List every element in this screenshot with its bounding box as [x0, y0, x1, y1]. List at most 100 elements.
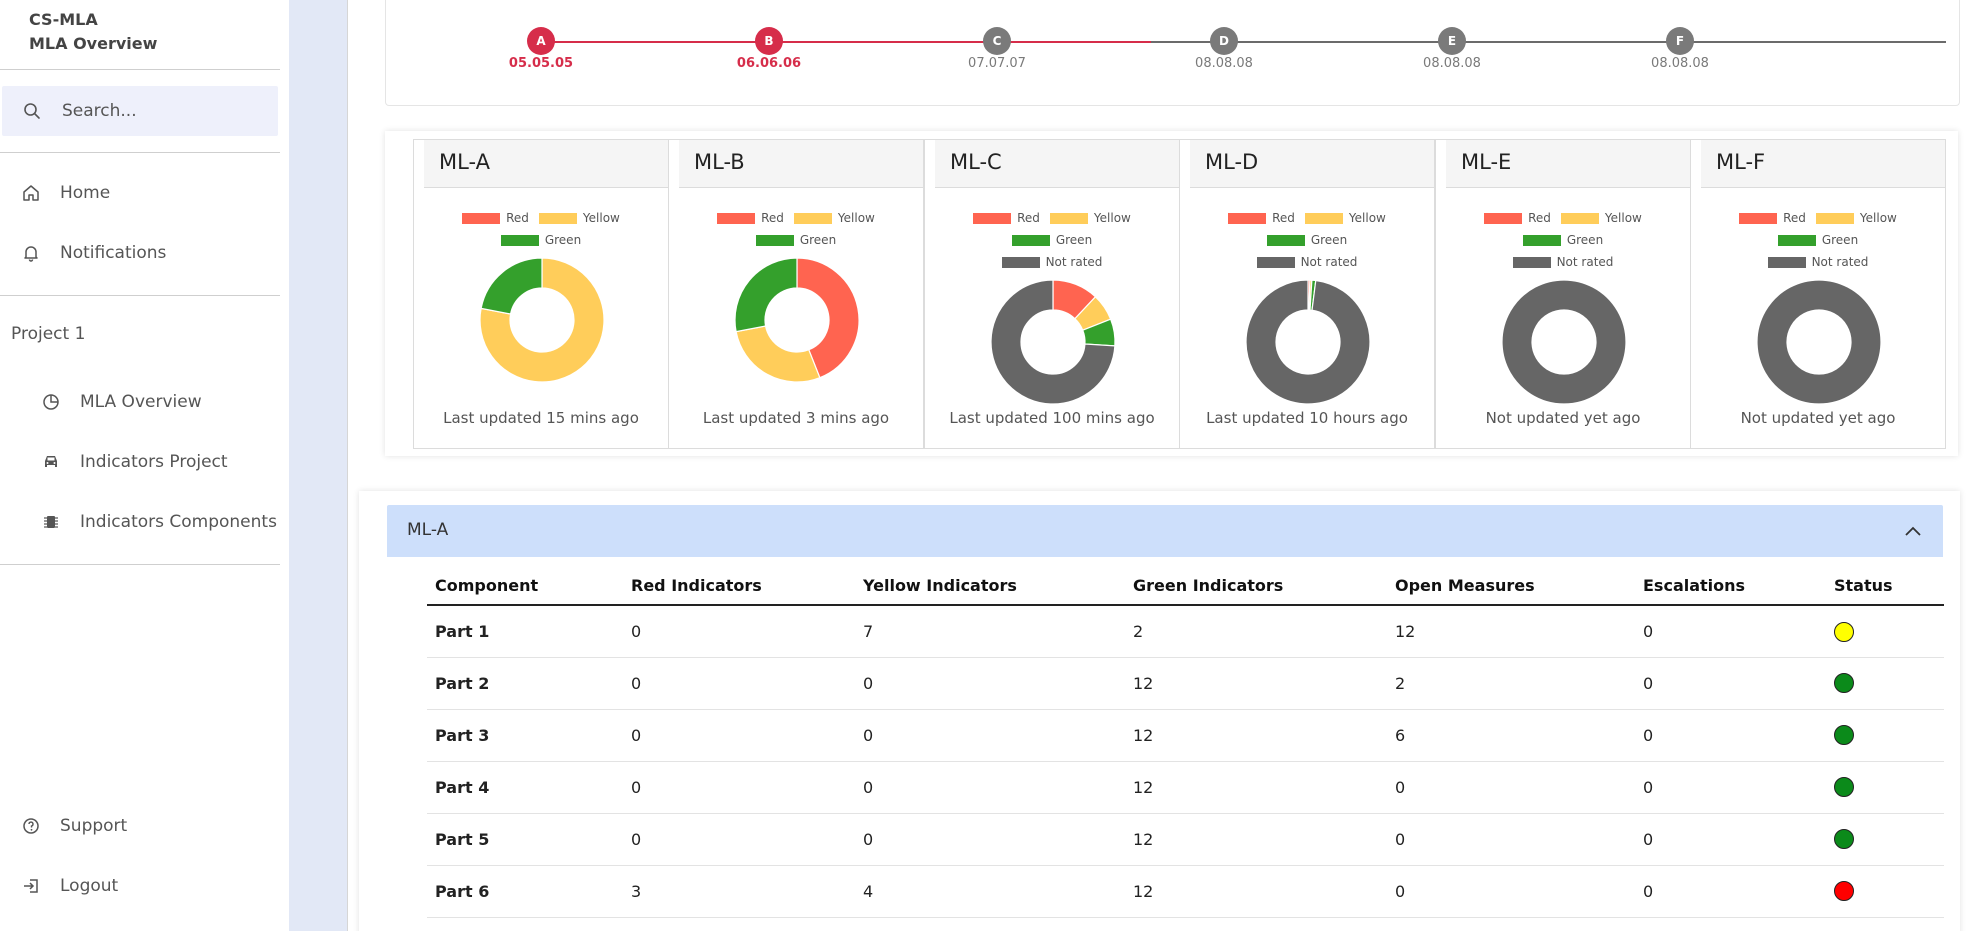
- legend-item-red[interactable]: Red: [973, 211, 1040, 225]
- search-input[interactable]: [62, 86, 262, 136]
- chart-header: ML-A: [424, 140, 668, 188]
- chart-panel-ml-b: ML-B Red Yellow Green Last updated 3 mins ag…: [668, 139, 924, 449]
- yellow-indicators-cell: 0: [855, 709, 1125, 762]
- legend-item-green[interactable]: Green: [755, 233, 836, 247]
- column-header[interactable]: Yellow Indicators: [855, 567, 1125, 606]
- table-row[interactable]: Part 6 3 4 12 0 0: [427, 865, 1944, 918]
- timeline-milestone-e[interactable]: E: [1438, 27, 1466, 55]
- column-header[interactable]: Green Indicators: [1125, 567, 1387, 606]
- donut-slice-not-rated[interactable]: [1501, 279, 1627, 405]
- donut-slice-green[interactable]: [734, 257, 798, 333]
- legend-swatch: [1815, 212, 1854, 224]
- legend-item-green[interactable]: Green: [1266, 233, 1347, 247]
- status-cell: [1826, 605, 1944, 658]
- column-header[interactable]: Component: [427, 567, 623, 606]
- timeline-milestone-f[interactable]: F: [1666, 27, 1694, 55]
- nav-item-logout[interactable]: Logout: [0, 866, 280, 906]
- legend-item-green[interactable]: Green: [1011, 233, 1092, 247]
- legend-swatch: [1484, 212, 1523, 224]
- table-row[interactable]: Part 3 0 0 12 6 0: [427, 709, 1944, 762]
- red-indicators-cell: 0: [623, 761, 855, 814]
- app-title: CS-MLA MLA Overview: [29, 8, 157, 56]
- legend-item-not-rated[interactable]: Not rated: [1512, 255, 1613, 269]
- chevron-up-icon[interactable]: [1903, 521, 1923, 541]
- column-header[interactable]: Open Measures: [1387, 567, 1635, 606]
- legend-item-yellow[interactable]: Yellow: [538, 211, 620, 225]
- components-table: Component Red Indicators Yellow Indicators…: [427, 567, 1944, 918]
- divider: [0, 69, 280, 70]
- green-indicators-cell: 2: [1125, 605, 1387, 658]
- nav-item-indicators-components[interactable]: Indicators Components: [0, 502, 280, 542]
- legend-item-red[interactable]: Red: [1228, 211, 1295, 225]
- legend-item-green[interactable]: Green: [1777, 233, 1859, 247]
- table-row[interactable]: Part 2 0 0 12 2 0: [427, 657, 1944, 710]
- legend-swatch: [1049, 212, 1088, 224]
- component-cell: Part 6: [427, 865, 623, 918]
- legend-item-red[interactable]: Red: [717, 211, 784, 225]
- legend-item-red[interactable]: Red: [462, 211, 529, 225]
- legend-item-not-rated[interactable]: Not rated: [1256, 255, 1357, 269]
- accordion-header[interactable]: ML-A: [387, 505, 1943, 557]
- app-title-line1: CS-MLA: [29, 10, 98, 29]
- legend-item-yellow[interactable]: Yellow: [793, 211, 875, 225]
- legend-item-red[interactable]: Red: [1484, 211, 1551, 225]
- legend-item-not-rated[interactable]: Not rated: [1767, 255, 1868, 269]
- project-section-label: Project 1: [11, 324, 86, 344]
- chip-icon: [40, 511, 62, 533]
- open-measures-cell: 0: [1387, 865, 1635, 918]
- legend-item-not-rated[interactable]: Not rated: [1001, 255, 1102, 269]
- legend-swatch: [1001, 256, 1040, 268]
- donut-slice-yellow[interactable]: [735, 325, 821, 383]
- timeline-date: 07.07.07: [968, 56, 1026, 71]
- red-indicators-cell: 0: [623, 657, 855, 710]
- legend-swatch: [1228, 212, 1267, 224]
- column-header[interactable]: Red Indicators: [623, 567, 855, 606]
- search-box[interactable]: [2, 86, 278, 136]
- donut-chart: [1245, 279, 1371, 405]
- open-measures-cell: 6: [1387, 709, 1635, 762]
- nav-item-home[interactable]: Home: [0, 173, 280, 213]
- divider: [0, 152, 280, 153]
- table-row[interactable]: Part 5 0 0 12 0 0: [427, 813, 1944, 866]
- table-row[interactable]: Part 1 0 7 2 12 0: [427, 605, 1944, 658]
- nav-logout-label: Logout: [60, 876, 119, 896]
- component-cell: Part 2: [427, 657, 623, 710]
- open-measures-cell: 0: [1387, 761, 1635, 814]
- chart-panel-ml-d: ML-D Red Yellow Green Not rated Last updated …: [1179, 139, 1435, 449]
- nav-item-support[interactable]: Support: [0, 806, 280, 846]
- legend-item-green[interactable]: Green: [1522, 233, 1603, 247]
- legend-item-yellow[interactable]: Yellow: [1049, 211, 1131, 225]
- status-indicator-green: [1834, 777, 1854, 798]
- escalations-cell: 0: [1635, 605, 1826, 658]
- chart-title: ML-F: [1716, 150, 1766, 174]
- timeline-date: 06.06.06: [736, 56, 802, 71]
- column-header[interactable]: Escalations: [1635, 567, 1826, 606]
- legend-label: Red: [1528, 211, 1551, 225]
- nav-item-notifications[interactable]: Notifications: [0, 233, 280, 273]
- donut-slice-not-rated[interactable]: [1245, 279, 1371, 405]
- timeline-milestone-b[interactable]: B: [755, 27, 783, 55]
- nav-item-mla-overview[interactable]: MLA Overview: [0, 382, 280, 422]
- green-indicators-cell: 12: [1125, 761, 1387, 814]
- red-indicators-cell: 0: [623, 605, 855, 658]
- legend-item-yellow[interactable]: Yellow: [1560, 211, 1642, 225]
- nav-mla-overview-label: MLA Overview: [80, 392, 202, 412]
- legend-swatch: [538, 212, 577, 224]
- legend-item-green[interactable]: Green: [500, 233, 581, 247]
- column-header[interactable]: Status: [1826, 567, 1944, 606]
- escalations-cell: 0: [1635, 657, 1826, 710]
- donut-slice-not-rated[interactable]: [1756, 279, 1882, 405]
- open-measures-cell: 0: [1387, 813, 1635, 866]
- timeline-milestone-d[interactable]: D: [1210, 27, 1238, 55]
- legend-item-yellow[interactable]: Yellow: [1815, 211, 1897, 225]
- legend-item-red[interactable]: Red: [1739, 211, 1806, 225]
- donut-slice-green[interactable]: [480, 257, 543, 315]
- timeline-milestone-c[interactable]: C: [983, 27, 1011, 55]
- timeline-milestone-a[interactable]: A: [527, 27, 555, 55]
- nav-item-indicators-project[interactable]: Indicators Project: [0, 442, 280, 482]
- accordion-title: ML-A: [407, 520, 449, 540]
- legend-label: Green: [1821, 233, 1859, 247]
- legend-swatch: [1256, 256, 1295, 268]
- table-row[interactable]: Part 4 0 0 12 0 0: [427, 761, 1944, 814]
- legend-item-yellow[interactable]: Yellow: [1304, 211, 1386, 225]
